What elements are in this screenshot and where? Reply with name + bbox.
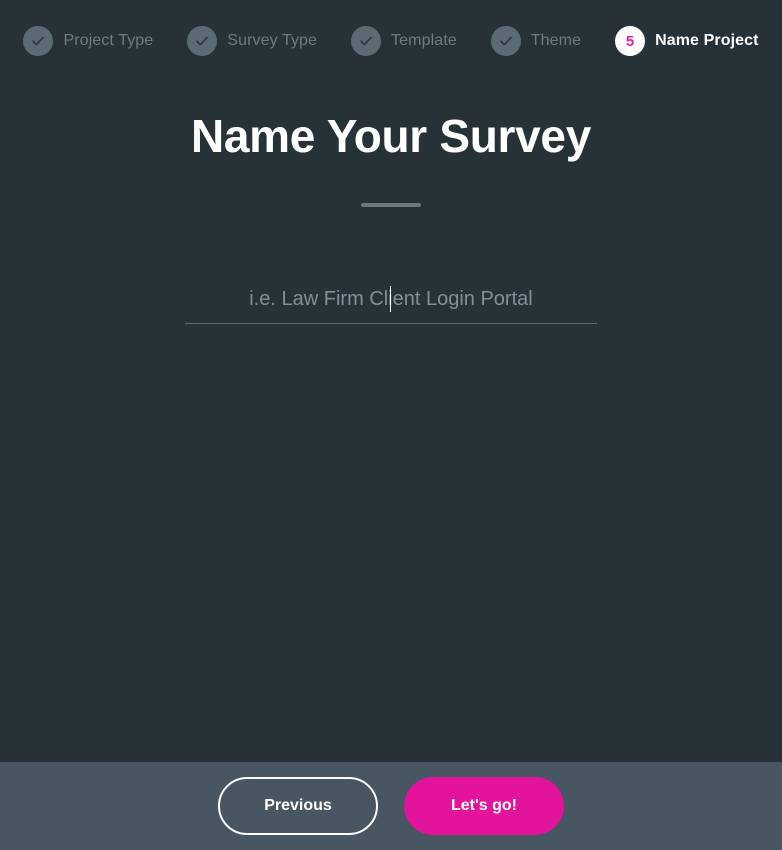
survey-name-field-group: [185, 281, 597, 324]
text-caret: [390, 285, 391, 312]
stepper-item-project-type[interactable]: Project Type: [23, 26, 153, 56]
check-icon: [351, 26, 382, 56]
submit-button[interactable]: Let's go!: [404, 777, 564, 835]
check-icon: [23, 26, 54, 56]
stepper-item-name-project[interactable]: 5 Name Project: [615, 26, 758, 56]
stepper-label-theme: Theme: [530, 32, 582, 49]
step-number: 5: [625, 32, 635, 50]
previous-button[interactable]: Previous: [218, 777, 378, 835]
check-icon: [490, 26, 521, 56]
stepper-item-survey-type[interactable]: Survey Type: [187, 26, 317, 56]
check-icon: [187, 26, 218, 56]
wizard-stepper: Project Type Survey Type Template Theme …: [0, 0, 782, 82]
title-divider: [361, 202, 421, 207]
stepper-label-name-project: Name Project: [655, 32, 759, 49]
stepper-item-template[interactable]: Template: [351, 26, 457, 56]
wizard-footer: Previous Let's go!: [0, 762, 782, 850]
main-content: Name Your Survey: [0, 82, 782, 324]
step-number-badge: 5: [615, 26, 646, 56]
stepper-label-template: Template: [391, 32, 457, 49]
stepper-label-project-type: Project Type: [63, 32, 154, 49]
stepper-item-theme[interactable]: Theme: [490, 26, 582, 56]
page-title: Name Your Survey: [190, 110, 591, 162]
stepper-label-survey-type: Survey Type: [227, 32, 318, 49]
survey-name-input[interactable]: [185, 281, 597, 324]
